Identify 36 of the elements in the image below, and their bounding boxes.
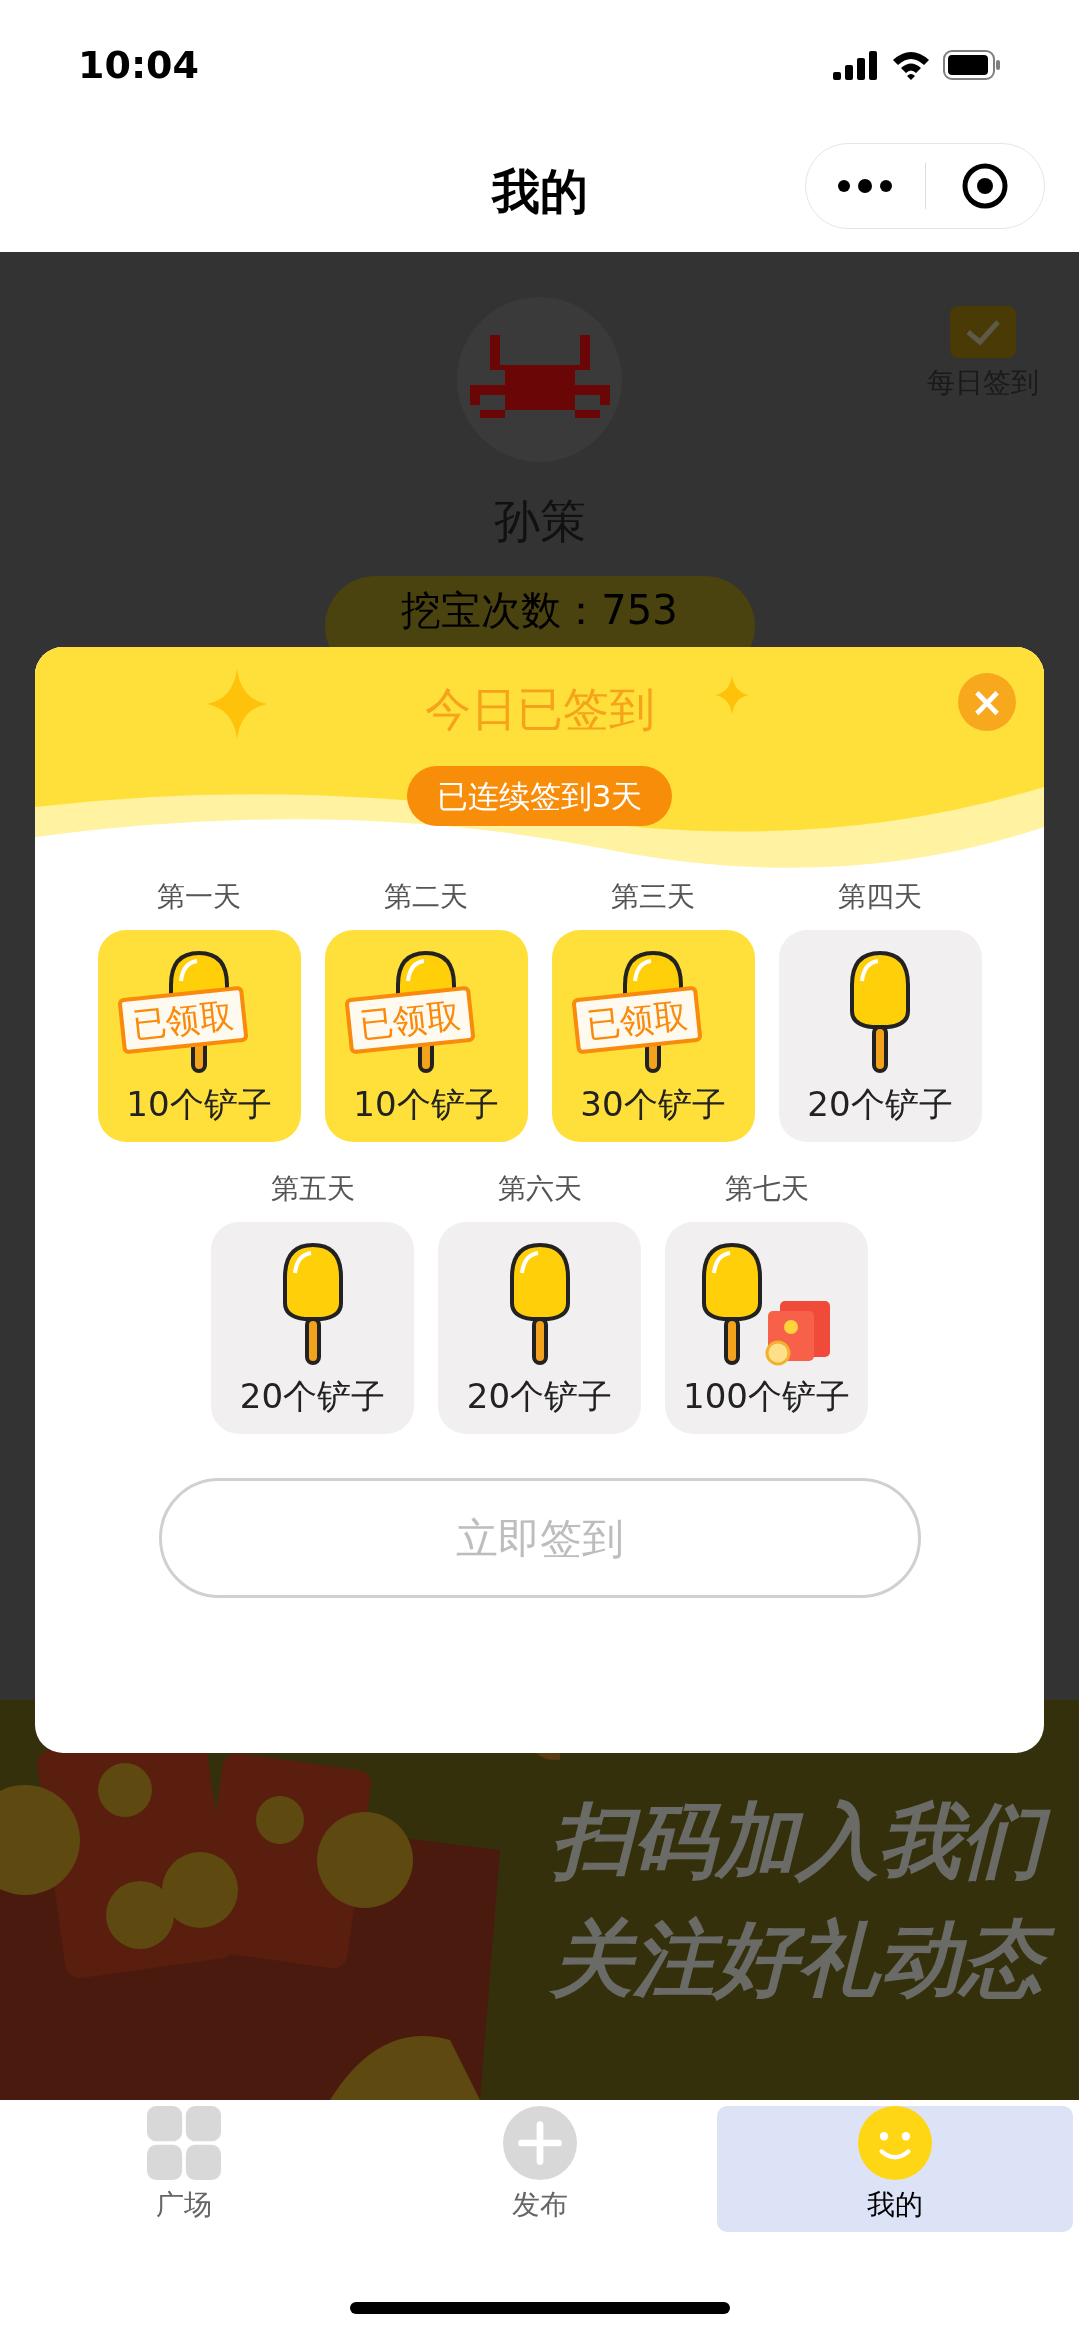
sparkle-icon [715, 675, 749, 715]
reward-amount: 100个铲子 [683, 1375, 850, 1418]
streak-badge: 已连续签到3天 [406, 766, 673, 826]
reward-amount: 20个铲子 [807, 1083, 953, 1126]
claimed-stamp: 已领取 [343, 985, 476, 1055]
tab-item[interactable]: 我的 [717, 2106, 1073, 2232]
shovel-icon [699, 1243, 764, 1367]
sparkle-icon [207, 669, 267, 739]
day-label: 第六天 [497, 1171, 582, 1207]
shovel-icon [507, 1243, 572, 1367]
shovel-icon [280, 1243, 345, 1367]
dialog-title: 今日已签到 [424, 681, 655, 738]
reward-amount: 10个铲子 [353, 1083, 499, 1126]
claimed-stamp: 已领取 [116, 985, 249, 1055]
reward-amount: 30个铲子 [580, 1083, 726, 1126]
wifi-icon [891, 50, 931, 80]
reward-amount: 20个铲子 [239, 1375, 386, 1418]
reward-amount: 20个铲子 [466, 1375, 613, 1418]
signal-icon [833, 50, 879, 80]
dig-count: 挖宝次数：753 [401, 586, 678, 635]
banner-slogan: 关注好礼动态 [535, 1904, 1059, 2014]
day-label: 第三天 [611, 879, 695, 915]
day-label: 第一天 [157, 879, 241, 915]
status-time: 10:04 [78, 41, 199, 89]
day-label: 第四天 [838, 879, 922, 915]
day-label: 第二天 [384, 879, 468, 915]
shovel-icon [848, 951, 912, 1075]
battery-icon [943, 50, 1001, 80]
reward-amount: 10个铲子 [126, 1083, 272, 1126]
day-label: 第七天 [724, 1171, 809, 1207]
target-icon[interactable] [960, 162, 1009, 210]
claimed-stamp: 已领取 [570, 985, 703, 1055]
banner-slogan: 扫码加入我们 [535, 1786, 1059, 1896]
more-icon[interactable] [837, 179, 894, 193]
day-label: 第五天 [270, 1171, 355, 1207]
page-title: 我的 [491, 162, 588, 221]
